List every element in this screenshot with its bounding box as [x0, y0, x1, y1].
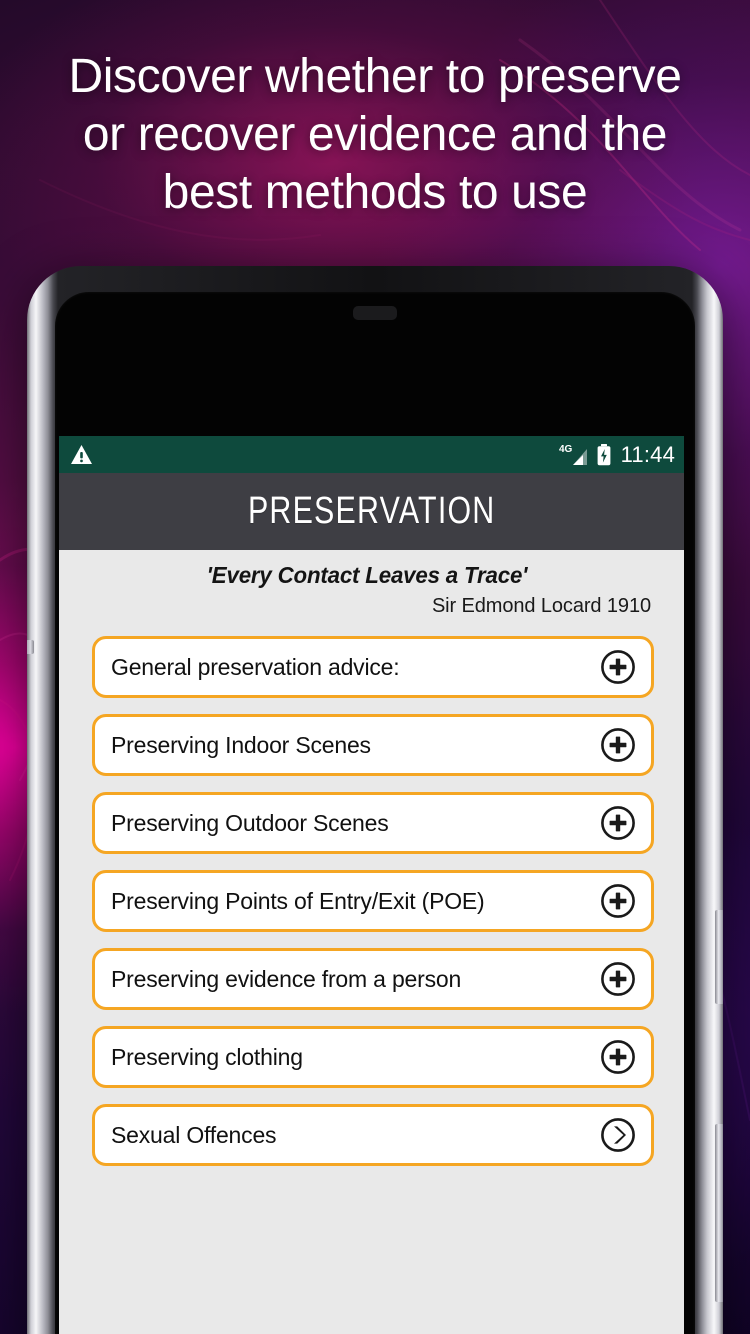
plus-circle-icon[interactable] [599, 960, 637, 998]
list-item-label: Preserving evidence from a person [111, 965, 462, 992]
left-side-button[interactable] [27, 640, 34, 654]
volume-button[interactable] [715, 910, 723, 1004]
preservation-topic-list: General preservation advice: Preserving … [59, 636, 684, 1166]
list-item-general-preservation-advice[interactable]: General preservation advice: [92, 636, 654, 698]
page-title: PRESERVATION [247, 490, 496, 532]
list-item-preserving-outdoor-scenes[interactable]: Preserving Outdoor Scenes [92, 792, 654, 854]
status-bar-clock: 11:44 [620, 441, 675, 467]
chevron-right-circle-icon[interactable] [599, 1116, 637, 1154]
plus-circle-icon[interactable] [599, 648, 637, 686]
list-item-preserving-clothing[interactable]: Preserving clothing [92, 1026, 654, 1088]
list-item-label: Preserving clothing [111, 1043, 303, 1070]
status-bar: 4G 11:44 [59, 436, 684, 473]
list-item-preserving-evidence-from-a-person[interactable]: Preserving evidence from a person [92, 948, 654, 1010]
list-item-preserving-points-of-entry-exit[interactable]: Preserving Points of Entry/Exit (POE) [92, 870, 654, 932]
list-item-preserving-indoor-scenes[interactable]: Preserving Indoor Scenes [92, 714, 654, 776]
list-item-label: Preserving Points of Entry/Exit (POE) [111, 887, 485, 914]
plus-circle-icon[interactable] [599, 1038, 637, 1076]
quote-block: 'Every Contact Leaves a Trace' Sir Edmon… [59, 550, 684, 618]
plus-circle-icon[interactable] [599, 882, 637, 920]
locard-quote: 'Every Contact Leaves a Trace' [206, 562, 528, 588]
status-bar-left [70, 444, 93, 465]
svg-text:4G: 4G [559, 444, 573, 455]
signal-bars-icon: 4G [559, 444, 587, 465]
phone-top-sensor [353, 306, 397, 320]
list-item-label: Preserving Indoor Scenes [111, 731, 371, 758]
app-content: 'Every Contact Leaves a Trace' Sir Edmon… [59, 550, 684, 1334]
list-item-label: Preserving Outdoor Scenes [111, 809, 389, 836]
warning-triangle-icon [71, 445, 92, 464]
headline-line-1: Discover whether to preserve [68, 50, 682, 103]
list-item-label: General preservation advice: [111, 653, 400, 680]
battery-charging-icon [597, 443, 610, 465]
status-bar-right: 4G 11:44 [559, 442, 675, 468]
plus-circle-icon[interactable] [599, 804, 637, 842]
promo-headline: Discover whether to preserve or recover … [0, 48, 750, 222]
headline-line-3: best methods to use [162, 166, 588, 219]
headline-line-2: or recover evidence and the [82, 108, 668, 161]
power-button[interactable] [715, 1124, 723, 1302]
app-screen: 4G 11:44 PRESERVATION 'Every Contact Lea… [59, 436, 684, 1334]
app-title-bar: PRESERVATION [59, 473, 684, 550]
list-item-label: Sexual Offences [111, 1121, 277, 1148]
plus-circle-icon[interactable] [599, 726, 637, 764]
list-item-sexual-offences[interactable]: Sexual Offences [92, 1104, 654, 1166]
quote-attribution: Sir Edmond Locard 1910 [431, 595, 651, 617]
